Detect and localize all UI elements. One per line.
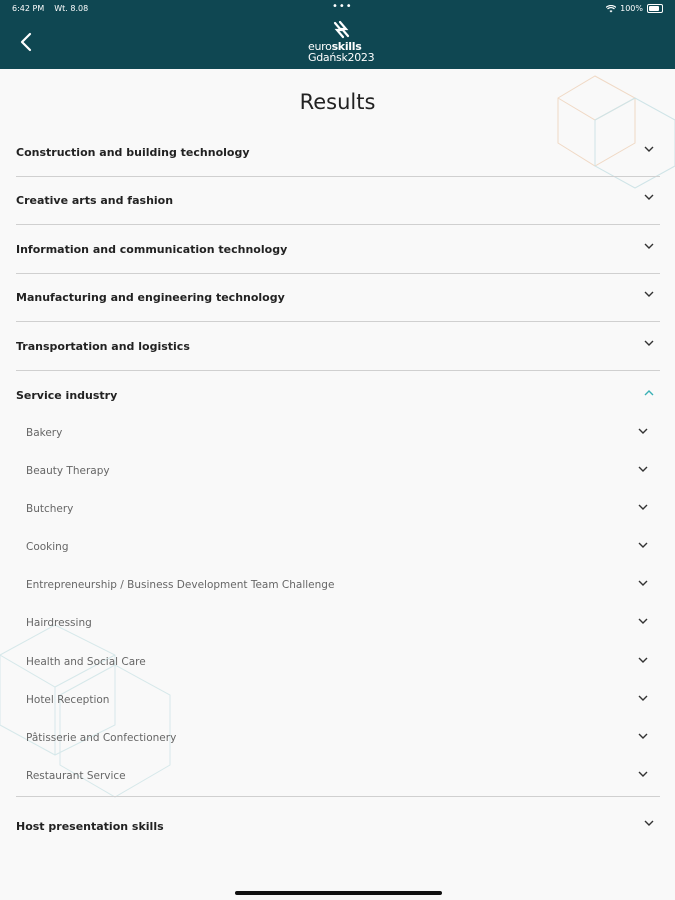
- battery-icon: [647, 4, 663, 13]
- category-creative-arts[interactable]: Creative arts and fashion: [16, 176, 660, 225]
- category-label: Construction and building technology: [16, 145, 250, 159]
- skill-label: Hotel Reception: [26, 694, 110, 706]
- chevron-down-icon: [638, 695, 648, 701]
- chevron-down-icon: [638, 504, 648, 510]
- chevron-down-icon: [644, 146, 654, 152]
- skill-label: Health and Social Care: [26, 656, 146, 668]
- chevron-down-icon: [644, 243, 654, 249]
- chevron-down-icon: [638, 542, 648, 548]
- skill-item-entrepreneurship[interactable]: Entrepreneurship / Business Development …: [26, 566, 652, 604]
- skill-label: Bakery: [26, 427, 63, 439]
- skill-item-bakery[interactable]: Bakery: [26, 414, 652, 452]
- chevron-down-icon: [644, 291, 654, 297]
- category-ict[interactable]: Information and communication technology: [16, 225, 660, 274]
- logo-text-line2: Gdańsk2023: [308, 51, 375, 64]
- skill-item-health-social-care[interactable]: Health and Social Care: [26, 643, 652, 681]
- euroskills-logo: euroskills Gdańsk2023: [296, 20, 382, 66]
- category-label: Information and communication technology: [16, 242, 288, 256]
- chevron-down-icon: [638, 618, 648, 624]
- chevron-down-icon: [644, 194, 654, 200]
- status-right: 100%: [606, 4, 663, 13]
- skill-label: Hairdressing: [26, 617, 92, 629]
- category-label: Host presentation skills: [16, 819, 164, 833]
- skill-label: Entrepreneurship / Business Development …: [26, 579, 335, 591]
- skill-label: Cooking: [26, 541, 69, 553]
- category-transportation[interactable]: Transportation and logistics: [16, 322, 660, 371]
- category-manufacturing[interactable]: Manufacturing and engineering technology: [16, 273, 660, 322]
- skill-label: Restaurant Service: [26, 770, 126, 782]
- skill-label: Butchery: [26, 503, 74, 515]
- multitask-dots[interactable]: •••: [332, 1, 353, 12]
- skill-item-cooking[interactable]: Cooking: [26, 528, 652, 566]
- chevron-down-icon: [638, 580, 648, 586]
- status-bar: 6:42 PM Wt. 8.08 ••• 100%: [0, 0, 675, 18]
- divider: [16, 796, 660, 797]
- category-label: Service industry: [16, 388, 118, 402]
- category-service-industry[interactable]: Service industry: [16, 371, 660, 419]
- chevron-down-icon: [638, 771, 648, 777]
- category-label: Creative arts and fashion: [16, 193, 174, 207]
- home-indicator[interactable]: [235, 891, 442, 895]
- status-left: 6:42 PM Wt. 8.08: [12, 4, 88, 13]
- skill-item-hotel-reception[interactable]: Hotel Reception: [26, 681, 652, 719]
- skill-item-patisserie[interactable]: Pâtisserie and Confectionery: [26, 719, 652, 757]
- category-label: Transportation and logistics: [16, 339, 190, 353]
- wifi-icon: [606, 4, 617, 12]
- skill-item-restaurant-service[interactable]: Restaurant Service: [26, 757, 652, 795]
- battery-percent: 100%: [620, 4, 643, 13]
- back-button[interactable]: [12, 28, 40, 56]
- skill-item-hairdressing[interactable]: Hairdressing: [26, 604, 652, 642]
- chevron-down-icon: [644, 820, 654, 826]
- chevron-down-icon: [638, 428, 648, 434]
- chevron-up-icon: [644, 390, 654, 396]
- chevron-down-icon: [638, 733, 648, 739]
- chevron-down-icon: [644, 340, 654, 346]
- category-construction[interactable]: Construction and building technology: [16, 128, 660, 177]
- status-time: 6:42 PM: [12, 4, 45, 13]
- category-host-presentation[interactable]: Host presentation skills: [16, 802, 660, 850]
- skill-label: Pâtisserie and Confectionery: [26, 732, 177, 744]
- category-label: Manufacturing and engineering technology: [16, 290, 285, 304]
- skill-item-beauty-therapy[interactable]: Beauty Therapy: [26, 452, 652, 490]
- euroskills-mark-icon: [333, 20, 350, 39]
- app-header: euroskills Gdańsk2023: [0, 18, 675, 69]
- page-title: Results: [299, 90, 376, 114]
- chevron-down-icon: [638, 657, 648, 663]
- skill-item-butchery[interactable]: Butchery: [26, 490, 652, 528]
- chevron-down-icon: [638, 466, 648, 472]
- status-date: Wt. 8.08: [54, 4, 89, 13]
- skill-label: Beauty Therapy: [26, 465, 110, 477]
- chevron-left-icon: [20, 32, 32, 52]
